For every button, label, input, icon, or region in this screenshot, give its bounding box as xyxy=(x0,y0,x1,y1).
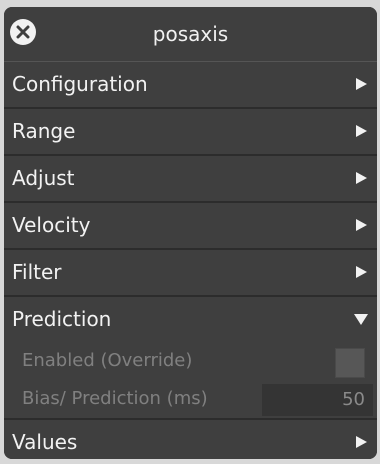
close-button[interactable] xyxy=(10,19,36,45)
triangle-right-icon xyxy=(353,434,369,450)
prediction-bias-row: Bias/ Prediction (ms) 50 xyxy=(4,380,377,418)
triangle-right-icon xyxy=(353,170,369,186)
section-prediction[interactable]: Prediction xyxy=(4,297,377,342)
section-label: Filter xyxy=(12,260,62,284)
triangle-down-icon xyxy=(353,311,369,327)
section-label: Configuration xyxy=(12,72,148,96)
section-range[interactable]: Range xyxy=(4,109,377,156)
enabled-override-checkbox[interactable] xyxy=(335,348,365,378)
title-bar: posaxis xyxy=(4,7,377,62)
section-values[interactable]: Values xyxy=(4,420,377,459)
triangle-right-icon xyxy=(353,76,369,92)
parameter-panel: posaxis Configuration Range Adjust Veloc… xyxy=(4,7,377,459)
bias-prediction-label: Bias/ Prediction (ms) xyxy=(22,388,208,409)
section-label: Adjust xyxy=(12,166,75,190)
section-label: Values xyxy=(12,430,78,454)
section-filter[interactable]: Filter xyxy=(4,250,377,297)
section-adjust[interactable]: Adjust xyxy=(4,156,377,203)
section-label: Velocity xyxy=(12,213,91,237)
section-label: Prediction xyxy=(12,307,112,331)
bias-prediction-field[interactable]: 50 xyxy=(262,384,373,416)
panel-title: posaxis xyxy=(152,22,229,46)
prediction-enabled-row: Enabled (Override) xyxy=(4,342,377,380)
prediction-block: Prediction Enabled (Override) Bias/ Pred… xyxy=(4,297,377,420)
triangle-right-icon xyxy=(353,123,369,139)
triangle-right-icon xyxy=(353,264,369,280)
section-velocity[interactable]: Velocity xyxy=(4,203,377,250)
enabled-override-label: Enabled (Override) xyxy=(22,350,193,371)
triangle-right-icon xyxy=(353,217,369,233)
section-configuration[interactable]: Configuration xyxy=(4,62,377,109)
section-label: Range xyxy=(12,119,76,143)
close-icon xyxy=(16,25,30,39)
